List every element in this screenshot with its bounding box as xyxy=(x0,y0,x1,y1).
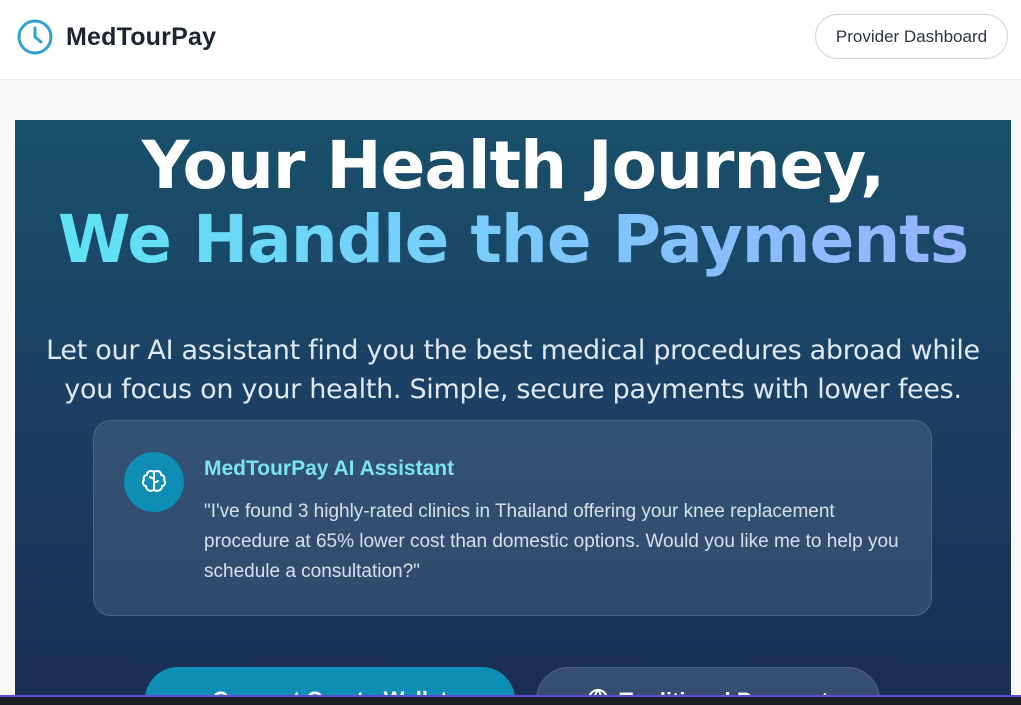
ai-assistant-card: MedTourPay AI Assistant "I've found 3 hi… xyxy=(93,420,932,616)
hero-headline-line1: Your Health Journey, xyxy=(141,127,885,204)
ai-assistant-message: "I've found 3 highly-rated clinics in Th… xyxy=(204,501,899,582)
brand-name: MedTourPay xyxy=(66,22,217,51)
brand-logo[interactable]: MedTourPay xyxy=(16,18,216,56)
clock-icon xyxy=(17,19,53,55)
provider-dashboard-button[interactable]: Provider Dashboard xyxy=(815,14,1008,59)
bottom-edge-line xyxy=(0,695,1021,697)
ai-avatar xyxy=(124,452,184,512)
brain-icon xyxy=(141,470,167,492)
ai-assistant-title: MedTourPay AI Assistant xyxy=(204,457,455,480)
hero-subtitle: Let our AI assistant find you the best m… xyxy=(46,335,980,405)
top-navigation-bar: MedTourPay Provider Dashboard xyxy=(0,0,1021,80)
hero-section: Your Health Journey, We Handle the Payme… xyxy=(15,120,1011,700)
hero-headline-line2: We Handle the Payments xyxy=(15,200,1011,280)
hero-headline-highlight: We Handle the Payments xyxy=(57,201,969,278)
